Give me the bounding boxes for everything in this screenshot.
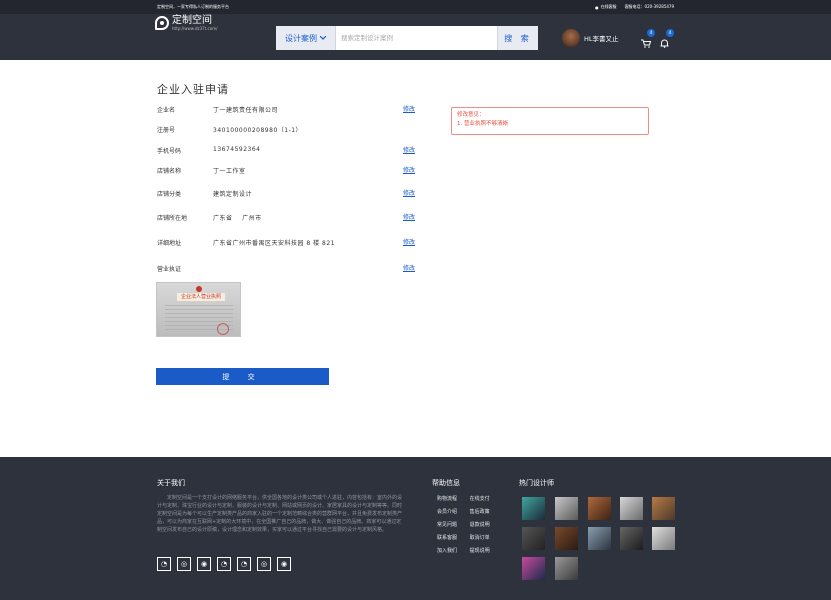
designer-avatar[interactable] <box>620 527 643 550</box>
revision-notice: 修改意见： 1. 营业执照不够清晰 <box>451 107 649 135</box>
edit-link[interactable]: 修改 <box>403 188 415 197</box>
avatar <box>562 29 580 47</box>
help-link[interactable]: 退款说明 <box>470 521 501 534</box>
designer-avatar[interactable] <box>620 497 643 520</box>
notification-count-badge: 4 <box>666 29 674 37</box>
help-link[interactable]: 售后政策 <box>470 508 501 521</box>
field-value: 13674592364 <box>213 146 261 153</box>
help-column-1: 购物流程 会员介绍 常见问题 联系客服 加入我们 <box>437 495 468 560</box>
top-bar-right: ● 在线客服 客服电话：020-39285479 <box>595 4 674 10</box>
field-value: 340100000208980（1-1） <box>213 127 303 134</box>
bell-icon <box>660 39 669 48</box>
field-label: 手机号码 <box>157 148 182 155</box>
field-label: 店铺名称 <box>157 168 182 175</box>
field-label: 企业名 <box>157 107 176 114</box>
qq-icon[interactable]: ◔ <box>157 557 171 571</box>
designer-avatar[interactable] <box>522 557 545 580</box>
help-link[interactable]: 提现说明 <box>470 547 501 560</box>
edit-link[interactable]: 修改 <box>403 165 415 174</box>
help-link[interactable]: 取消订单 <box>470 534 501 547</box>
field-value: 广东省 广州市 <box>213 215 262 222</box>
search-button[interactable]: 搜 索 <box>497 26 538 50</box>
edit-link[interactable]: 修改 <box>403 145 415 154</box>
online-service-link[interactable]: ● 在线客服 <box>595 4 617 10</box>
help-link[interactable]: 购物流程 <box>437 495 468 508</box>
cart-icon <box>641 39 652 48</box>
help-links: 购物流程 会员介绍 常见问题 联系客服 加入我们 在线支付 售后政策 退款说明 … <box>437 495 501 560</box>
search-category-select[interactable]: 设计案例 <box>276 26 336 50</box>
business-license-image[interactable]: 企业法人营业执照 <box>156 282 241 337</box>
about-text: 定制空间是一个支打设计的网络服务平台，供全国各地的设计类公司或个人进驻，内容包括… <box>157 495 403 533</box>
emblem-icon <box>196 286 202 292</box>
qq-icon[interactable]: ◔ <box>237 557 251 571</box>
designer-avatar[interactable] <box>652 527 675 550</box>
field-value: 广东省广州市番禺区天安科技园 8 楼 821 <box>213 240 335 247</box>
designer-avatar[interactable] <box>588 497 611 520</box>
field-label: 店铺分类 <box>157 191 182 198</box>
top-bar: 定制空间，一家专得私人订制的服务平台 ● 在线客服 客服电话：020-39285… <box>0 0 831 14</box>
designer-avatar[interactable] <box>522 497 545 520</box>
stamp-icon <box>217 323 229 335</box>
online-service-label: 在线客服 <box>600 4 617 9</box>
notice-item: 1. 营业执照不够清晰 <box>457 121 508 127</box>
edit-link[interactable]: 修改 <box>403 212 415 221</box>
designer-avatar[interactable] <box>555 527 578 550</box>
weibo-icon[interactable]: ◉ <box>197 557 211 571</box>
notification-button[interactable]: 4 <box>660 29 674 52</box>
edit-link[interactable]: 修改 <box>403 237 415 246</box>
cart-count-badge: 4 <box>647 29 655 37</box>
wechat-icon[interactable]: ◎ <box>177 557 191 571</box>
help-link[interactable]: 联系客服 <box>437 534 468 547</box>
designer-avatar[interactable] <box>652 497 675 520</box>
designers-title: 热门设计师 <box>519 479 554 487</box>
phone-label: 客服电话：020-39285479 <box>624 4 674 9</box>
field-label: 店铺所在地 <box>157 215 188 222</box>
logo-url: http://www.dz37t.com/ <box>172 26 218 31</box>
cart-button[interactable]: 4 <box>641 29 655 52</box>
edit-link[interactable]: 修改 <box>403 263 415 272</box>
field-label: 营业执证 <box>157 266 182 273</box>
user-menu[interactable]: HL李書又止 <box>562 29 619 47</box>
designer-avatar[interactable] <box>522 527 545 550</box>
search-bar: 设计案例 搜 索 <box>276 26 538 50</box>
site-slogan: 定制空间，一家专得私人订制的服务平台 <box>157 4 229 9</box>
search-input[interactable] <box>336 26 497 50</box>
social-links: ◔ ◎ ◉ ◔ ◔ ◎ ◉ <box>157 557 291 571</box>
field-label: 注册号 <box>157 127 176 134</box>
help-title: 帮助信息 <box>432 479 460 487</box>
help-link[interactable]: 会员介绍 <box>437 508 468 521</box>
site-footer: 关于我们 定制空间是一个支打设计的网络服务平台，供全国各地的设计类公司或个人进驻… <box>0 457 831 600</box>
designer-avatar[interactable] <box>588 527 611 550</box>
help-link[interactable]: 常见问题 <box>437 521 468 534</box>
logo-title: 定制空间 <box>172 15 212 26</box>
field-value: 丁一建筑责任有限公司 <box>213 107 279 114</box>
user-name: HL李書又止 <box>584 35 619 43</box>
designer-avatar[interactable] <box>555 497 578 520</box>
field-label: 详细地址 <box>157 240 182 247</box>
field-value: 建筑定制设计 <box>213 191 253 198</box>
help-link[interactable]: 在线支付 <box>470 495 501 508</box>
page-title: 企业入驻申请 <box>157 83 229 96</box>
help-link[interactable]: 加入我们 <box>437 547 468 560</box>
logo-icon <box>155 16 169 30</box>
site-logo[interactable]: 定制空间 http://www.dz37t.com/ <box>155 15 217 31</box>
service-icon: ● <box>595 4 599 10</box>
submit-button[interactable]: 提 交 <box>156 368 329 385</box>
designer-avatar[interactable] <box>555 557 578 580</box>
field-value: 丁一工作室 <box>213 168 246 175</box>
weibo-icon[interactable]: ◉ <box>277 557 291 571</box>
qq-icon[interactable]: ◔ <box>217 557 231 571</box>
help-column-2: 在线支付 售后政策 退款说明 取消订单 提现说明 <box>470 495 501 560</box>
about-title: 关于我们 <box>157 479 185 487</box>
search-category-label: 设计案例 <box>285 33 317 43</box>
edit-link[interactable]: 修改 <box>403 104 415 113</box>
wechat-icon[interactable]: ◎ <box>257 557 271 571</box>
license-image-heading: 企业法人营业执照 <box>177 293 225 301</box>
chevron-down-icon <box>320 36 326 40</box>
notice-title: 修改意见： <box>457 112 485 118</box>
